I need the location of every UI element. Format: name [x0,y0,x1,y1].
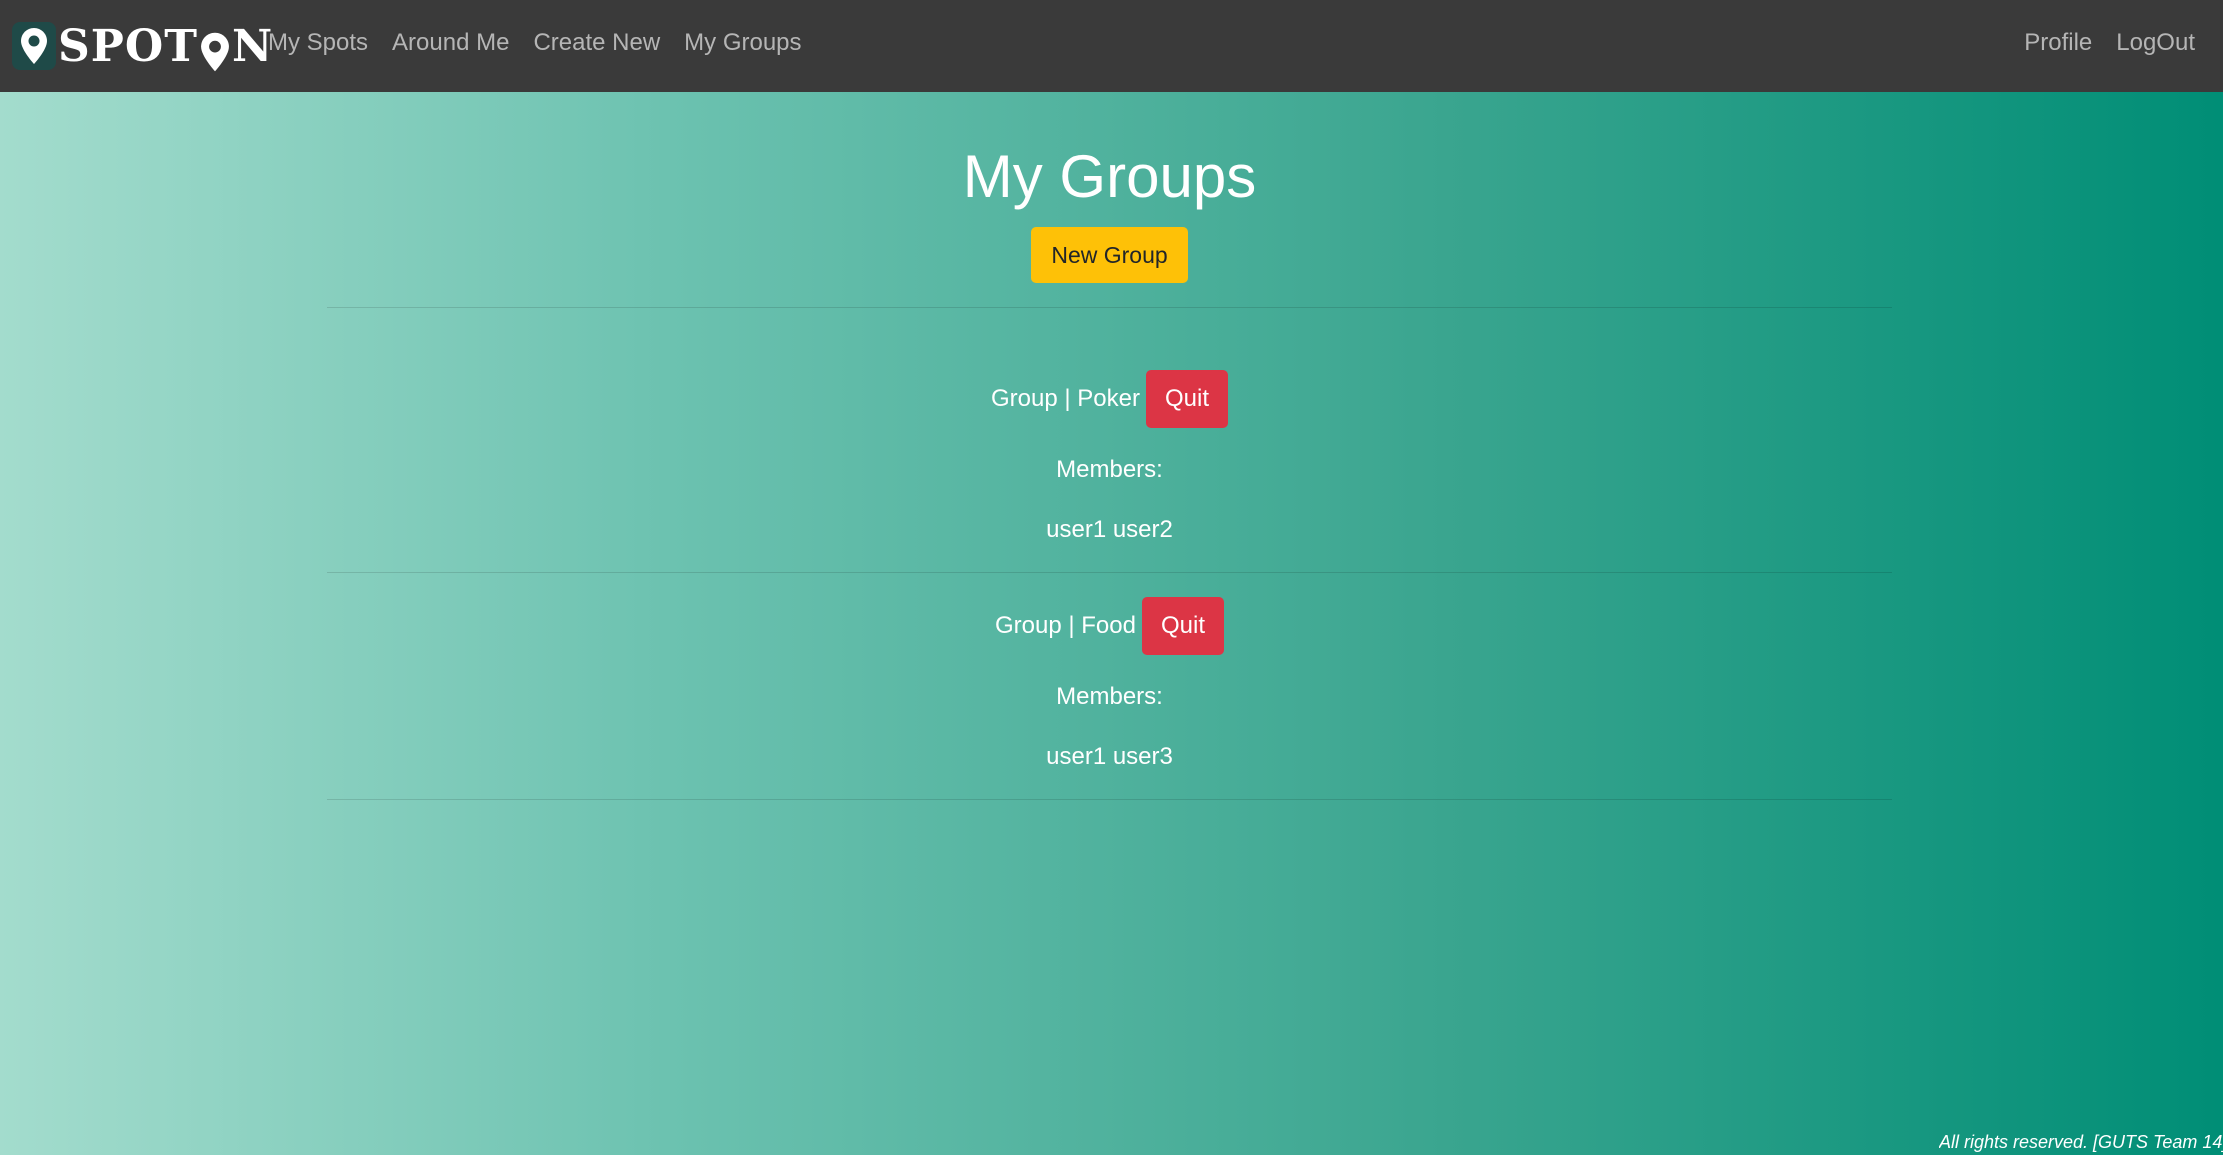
nav-link-create-new[interactable]: Create New [533,29,660,57]
members-label: Members: [1056,456,1163,483]
nav-link-my-spots[interactable]: My Spots [268,29,368,57]
main-content: My Groups New Group Group | Poker Quit M… [327,92,1892,800]
quit-group-button[interactable]: Quit [1145,370,1228,428]
quit-group-button[interactable]: Quit [1141,597,1224,655]
group-header: Group | Food Quit [327,597,1892,655]
divider [327,799,1892,800]
nav-link-profile[interactable]: Profile [2024,29,2092,57]
group-header: Group | Poker Quit [327,370,1892,428]
nav-secondary: Profile LogOut [2024,0,2195,86]
brand-name: SPOT N [58,21,273,72]
page-title: My Groups [962,143,1257,210]
nav-link-logout[interactable]: LogOut [2116,29,2195,57]
members-list: user1 user3 [1046,743,1173,770]
nav-primary: My Spots Around Me Create New My Groups [268,0,802,86]
new-group-button[interactable]: New Group [1031,227,1188,283]
nav-link-around-me[interactable]: Around Me [392,29,509,57]
nav-link-my-groups[interactable]: My Groups [684,29,801,57]
navbar: SPOT N My Spots Around Me Create New My … [0,0,2223,92]
map-pin-icon [200,31,230,73]
group-title: Group | Food [995,612,1136,639]
group-title: Group | Poker [991,385,1140,412]
group-card: Group | Poker Quit Members: user1 user2 [327,308,1892,572]
members-label: Members: [1056,683,1163,710]
footer-copyright: All rights reserved. [GUTS Team 14] [1939,1132,2223,1152]
brand-logo[interactable]: SPOT N [12,14,273,78]
brand-name-start: SPOT [58,20,198,72]
members-list: user1 user2 [1046,516,1173,543]
brand-name-end: N [231,20,274,72]
map-pin-icon [12,22,56,70]
group-card: Group | Food Quit Members: user1 user3 [327,573,1892,799]
